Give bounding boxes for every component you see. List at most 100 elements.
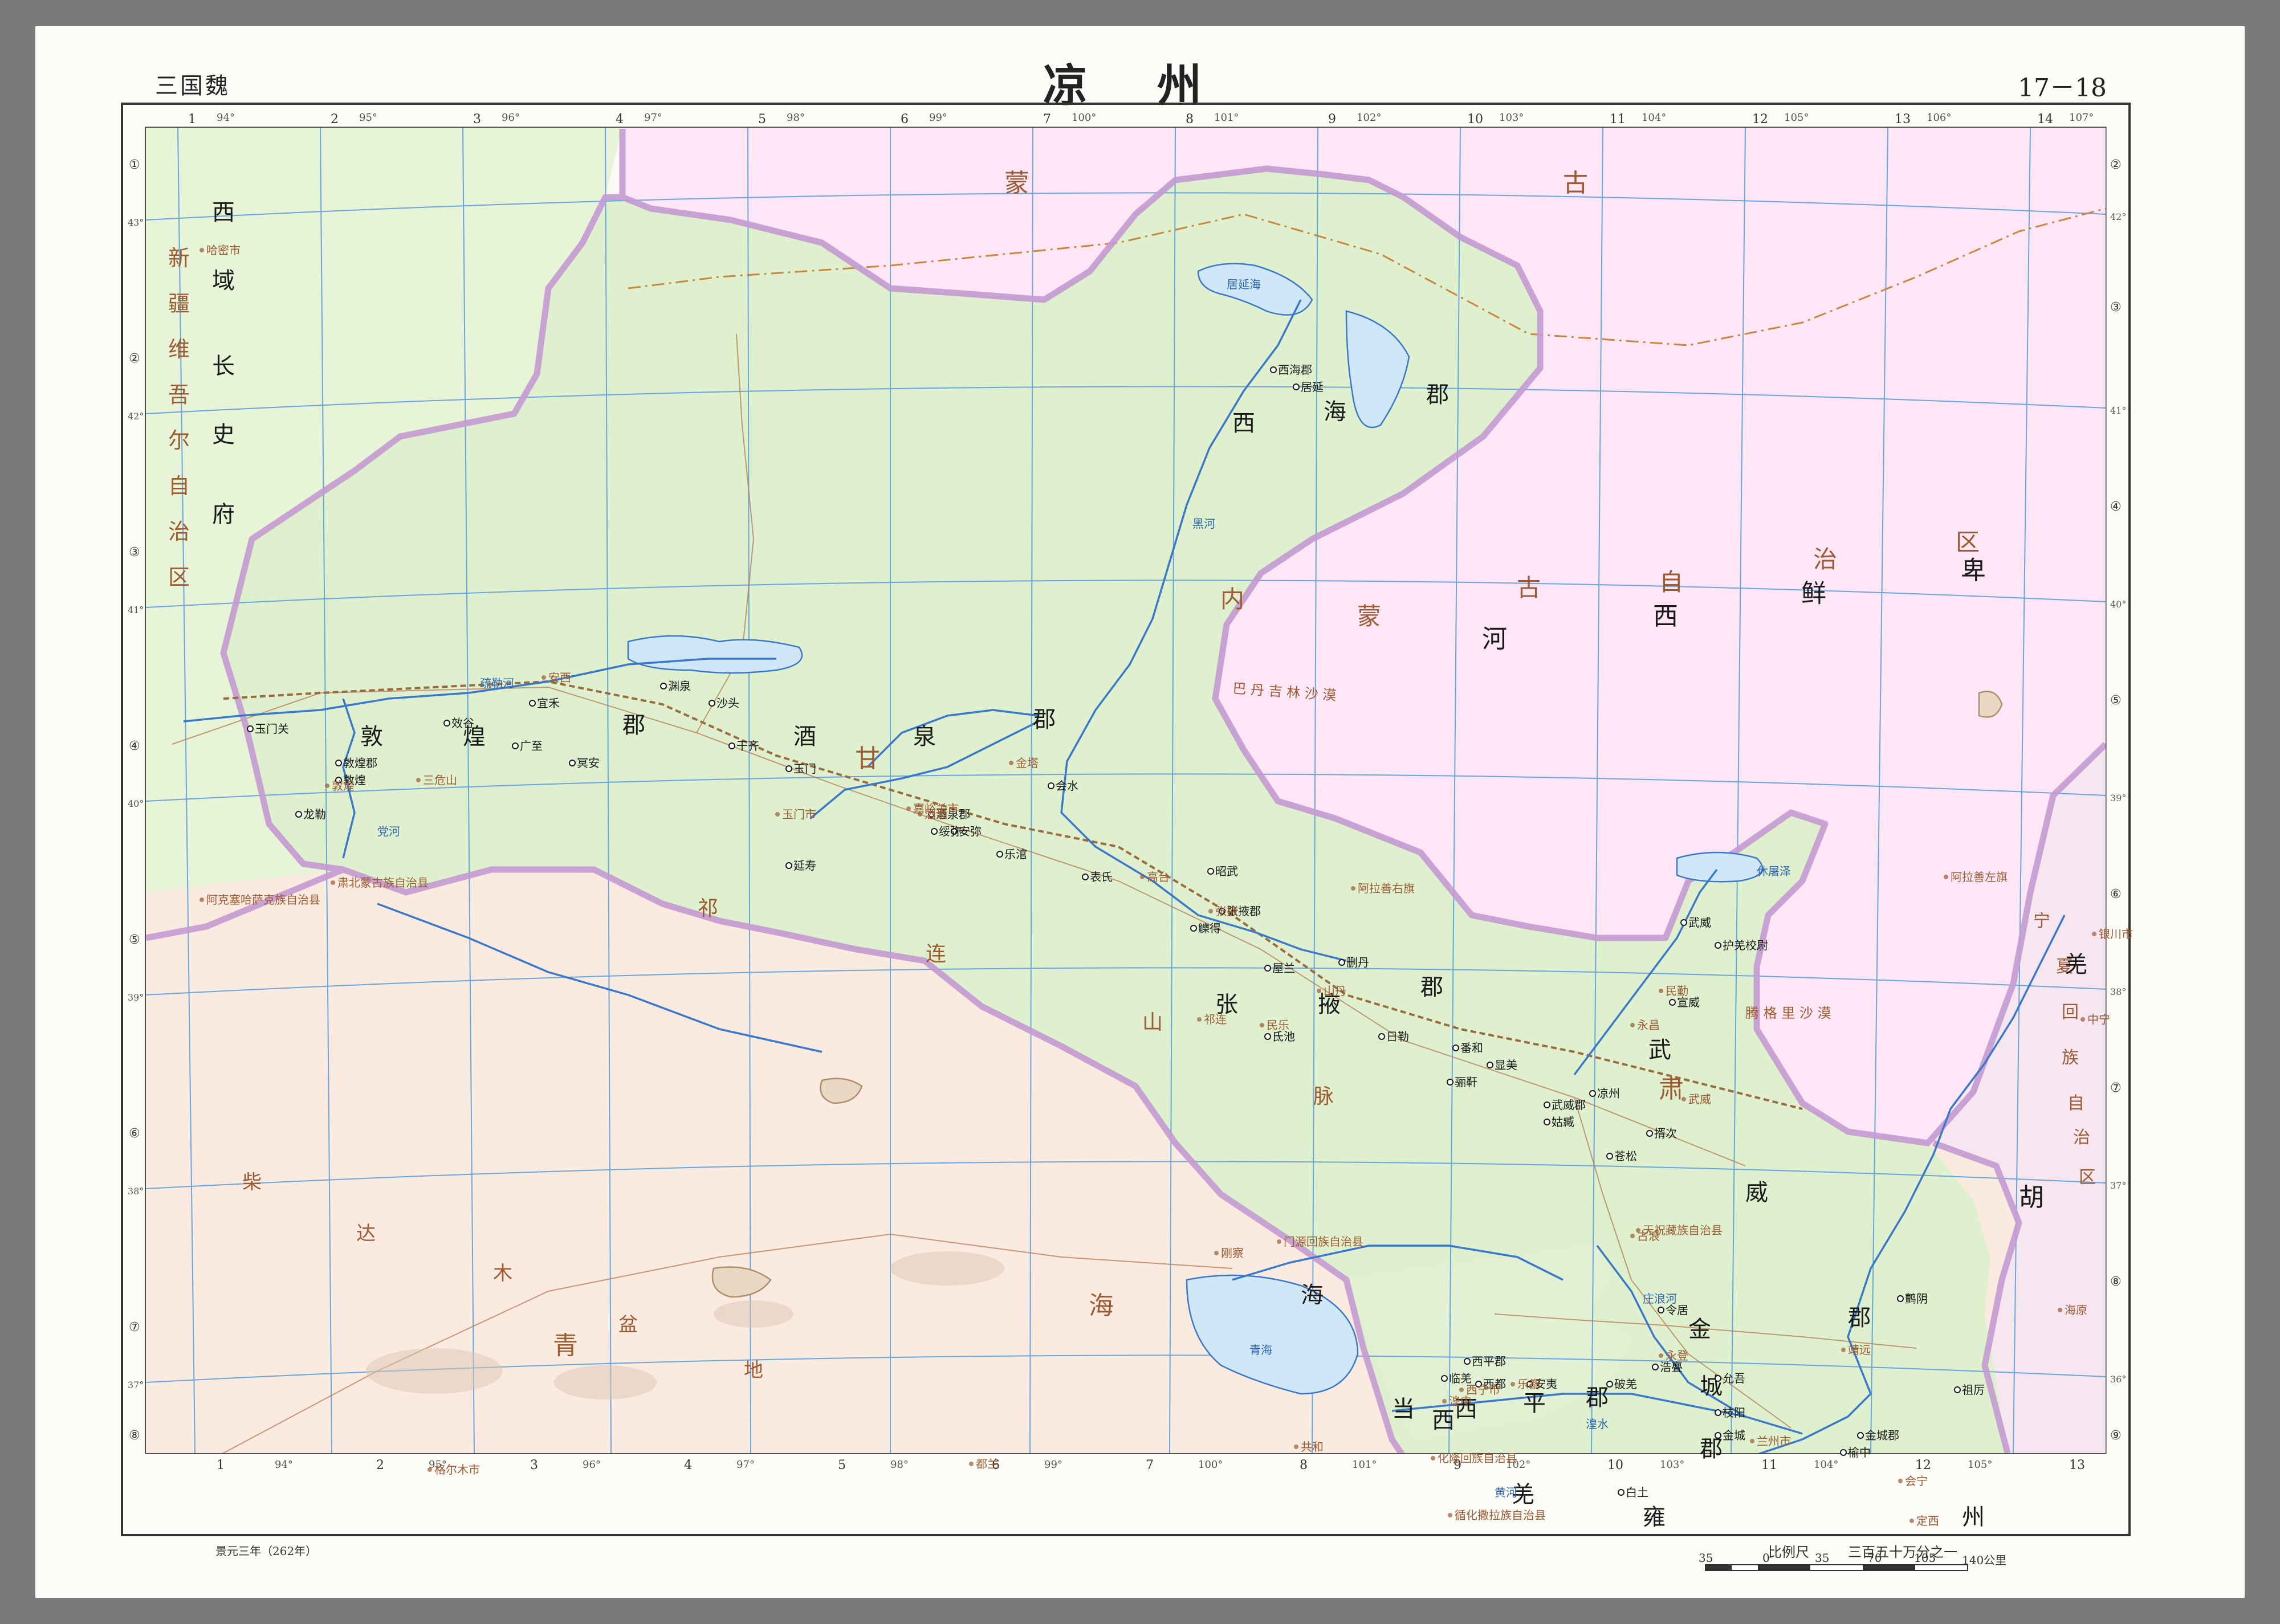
historical-place-label: 番和 (1460, 1041, 1483, 1055)
historical-place-label: 觻得 (1198, 921, 1221, 935)
water-label: 湟水 (1586, 1417, 1609, 1431)
historical-place-label: 居延 (1301, 380, 1324, 394)
historical-place-label: 渊泉 (668, 679, 691, 693)
top-index-11: 11 (1610, 112, 1626, 127)
historical-place-dot (709, 700, 715, 707)
xinjiang-char-1: 新 (168, 246, 190, 271)
historical-place-label: 西平郡 (1472, 1354, 1506, 1368)
historical-place-label: 祖厉 (1962, 1383, 1985, 1397)
ningxia-char-5: 自 (2067, 1093, 2084, 1113)
xiyu-char-5: 府 (212, 501, 235, 528)
top-index-12: 12 (1752, 112, 1768, 127)
modern-place-label: 湟中 (1449, 1394, 1472, 1408)
modern-place-dot (1944, 875, 1948, 879)
xiping-jun-char-2: 平 (1523, 1390, 1546, 1417)
historical-place-dot (785, 862, 792, 869)
historical-place-label: 表氏 (1090, 870, 1113, 884)
modern-place-label: 金塔 (1016, 756, 1039, 770)
chaidamu-char-4: 盆 (618, 1313, 638, 1336)
historical-place-dot (1441, 1375, 1448, 1382)
historical-place-dot (1658, 1307, 1664, 1313)
modern-place-label: 中宁 (2087, 1013, 2110, 1026)
water-label: 黑河 (1192, 517, 1215, 531)
hexi-char-4: 卑 (1961, 556, 1986, 585)
modern-place-dot (1294, 1445, 1298, 1449)
historical-place-dot (1190, 925, 1197, 932)
top-lon-9: 102° (1357, 112, 1381, 124)
historical-place-dot (1207, 868, 1214, 875)
qilian-char-1: 祁 (698, 897, 718, 920)
gansu-char-1: 甘 (855, 744, 880, 773)
modern-place-label: 阿拉善右旗 (1358, 882, 1415, 895)
xinjiang-char-8: 区 (168, 565, 190, 590)
label-qiang: 羌 (2065, 952, 2087, 978)
top-index-5: 5 (758, 112, 766, 127)
modern-place-dot (2058, 1308, 2062, 1312)
historical-place-dot (1264, 965, 1271, 972)
historical-place-label: 金城郡 (1865, 1429, 1899, 1442)
modern-place-label: 阿拉善左旗 (1951, 870, 2008, 884)
bottom-index-5: 5 (838, 1458, 846, 1472)
modern-place-label: 兰州市 (1757, 1434, 1791, 1448)
left-index-7: ⑦ (129, 1320, 140, 1335)
frame-left-latitudes: 43° 42° 41° 40° 39° 38° 37° (128, 217, 144, 1390)
chaidamu-char-1: 柴 (242, 1171, 262, 1194)
historical-place-dot (1544, 1119, 1550, 1125)
modern-place-label: 循化撒拉族自治县 (1455, 1508, 1546, 1522)
chaidamu-char-2: 达 (356, 1222, 376, 1245)
water-label: 党河 (377, 825, 400, 838)
top-lon-10: 103° (1499, 112, 1524, 124)
scale-ratio: 三百五十万分之一 (1848, 1544, 1957, 1560)
historical-place-dot (1715, 1432, 1721, 1439)
scale-tick-2: 0 (1762, 1551, 1770, 1565)
modern-place-label: 肃北蒙古族自治县 (337, 876, 429, 889)
xinjiang-char-2: 疆 (168, 291, 190, 316)
historical-place-dot (1589, 1090, 1596, 1097)
top-lon-5: 98° (787, 112, 805, 124)
top-index-10: 10 (1467, 112, 1483, 127)
bottom-lon-10: 103° (1660, 1459, 1684, 1471)
modern-place-dot (331, 880, 335, 885)
historical-place-dot (1669, 999, 1676, 1006)
bottom-lon-8: 101° (1352, 1459, 1377, 1471)
modern-place-label: 银川市 (2099, 927, 2133, 941)
modern-place-dot (775, 812, 780, 817)
modern-place-dot (1510, 1382, 1515, 1386)
historical-place-dot (1544, 1101, 1550, 1108)
left-lat-5: 39° (128, 992, 144, 1003)
modern-place-dot (906, 806, 911, 811)
historical-place-dot (996, 851, 1003, 858)
modern-place-dot (1431, 1456, 1435, 1460)
xihai-jun-char-2: 海 (1324, 399, 1346, 425)
top-lon-8: 101° (1214, 112, 1239, 124)
historical-place-dot (1487, 1062, 1493, 1068)
dunhuang-jun-char-1: 敦 (360, 724, 383, 750)
historical-place-label: 玉门关 (255, 722, 289, 736)
modern-place-label: 酒泉 (925, 807, 947, 821)
modern-place-dot (1214, 1251, 1219, 1255)
xiyu-char-4: 史 (212, 422, 235, 448)
modern-place-label: 乐都 (1517, 1377, 1540, 1391)
modern-place-dot (1260, 1023, 1264, 1027)
right-lat-2: 41° (2110, 405, 2126, 416)
left-lat-2: 42° (128, 411, 144, 422)
qilian-char-3: 山 (1142, 1011, 1163, 1034)
wuwei-jun-char-1: 武 (1648, 1037, 1671, 1063)
menggu-char-2: 古 (1563, 169, 1588, 198)
historical-place-label: 沙头 (716, 696, 739, 710)
right-lat-6: 37° (2110, 1180, 2126, 1191)
bottom-lon-11: 104° (1814, 1459, 1838, 1471)
ningxia-char-6: 治 (2073, 1128, 2090, 1148)
zhangye-jun-char-3: 郡 (1420, 974, 1443, 1001)
historical-place-label: 允吾 (1723, 1372, 1745, 1385)
bottom-index-13: 13 (2069, 1458, 2085, 1472)
modern-place-dot (199, 897, 204, 902)
historical-place-dot (1293, 383, 1300, 390)
xiyu-char-1: 西 (212, 199, 235, 226)
label-qinghai-lake: 海 (1301, 1282, 1324, 1308)
historical-place-dot (1378, 1033, 1385, 1040)
top-index-13: 13 (1895, 112, 1911, 127)
water-label: 休屠泽 (1757, 864, 1791, 878)
top-lon-3: 96° (502, 112, 520, 124)
modern-place-label: 共和 (1301, 1440, 1324, 1454)
